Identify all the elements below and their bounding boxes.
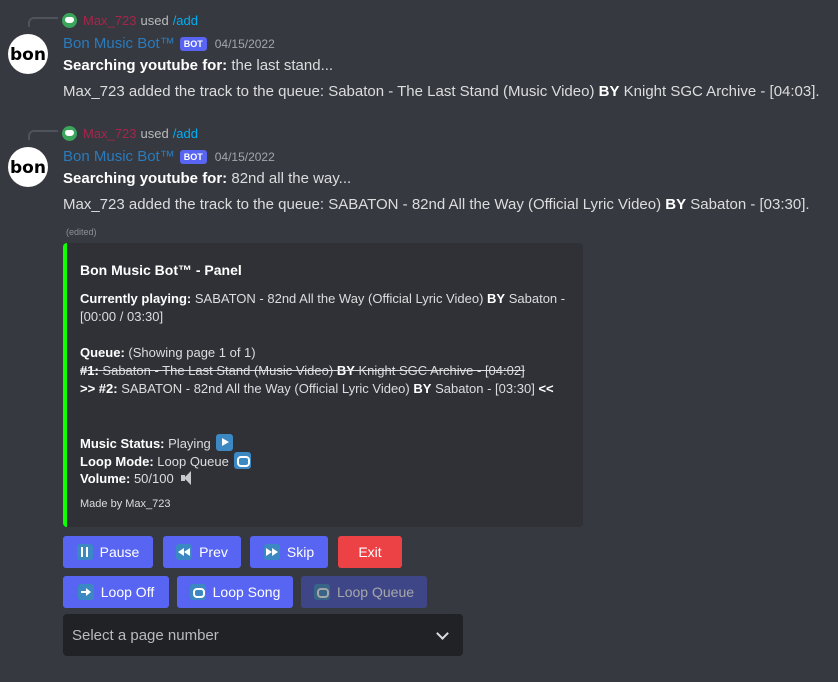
pause-label: Pause [99,544,140,560]
author-name[interactable]: Bon Music Bot™ [63,148,175,165]
bot-badge: BOT [179,36,207,51]
message-header: Bon Music Bot™ BOT 04/15/2022 [63,148,275,165]
queue-label: Queue: [80,345,125,360]
page-select[interactable]: Select a page number [63,614,463,656]
volume-value: 50/100 [133,471,174,486]
svg-text:bon: bon [10,158,46,178]
queue-item-track: Sabaton - The Last Stand (Music Video) [102,363,334,378]
queue-item-number: #1: [80,363,99,378]
added-line: Max_723 added the track to the queue: Sa… [63,83,820,100]
reply-command[interactable]: /add [173,126,198,141]
by-label: BY [665,196,687,213]
pause-icon [76,544,93,560]
playing-label: Currently playing: [80,291,192,306]
search-query: 82nd all the way... [231,170,352,187]
svg-text:bon: bon [10,45,46,65]
queue-header: Queue: (Showing page 1 of 1) [80,345,256,360]
playing-time: [00:00 / 03:30] [80,309,164,324]
volume-label: Volume: [80,471,131,486]
search-label: Searching youtube for: [63,57,228,74]
exit-button[interactable]: Exit [338,536,402,568]
loop-mode-line: Loop Mode: Loop Queue [80,452,252,469]
right-arrow-icon [77,584,94,600]
panel-embed: Bon Music Bot™ - Panel Currently playing… [63,243,583,527]
prev-label: Prev [199,544,228,560]
added-artist: Sabaton - [03:30]. [690,196,810,213]
speaker-icon [180,470,196,486]
reply-connector [28,130,58,140]
added-track: Max_723 added the track to the queue: SA… [63,196,662,213]
added-line: Max_723 added the track to the queue: SA… [63,196,810,213]
loop-song-label: Loop Song [212,584,281,600]
playing-track: SABATON - 82nd All the Way (Official Lyr… [194,291,484,306]
search-query: the last stand... [231,57,334,74]
repeat-one-icon [189,584,206,600]
loop-queue-label: Loop Queue [336,584,415,600]
queue-item-rest: Sabaton - [03:30] [435,381,535,396]
bot-avatar[interactable]: bon [8,34,48,74]
search-line: Searching youtube for: 82nd all the way.… [63,170,351,187]
repeat-icon [313,584,330,600]
bot-badge: BOT [179,149,207,164]
pause-button[interactable]: Pause [63,536,153,568]
status-value: Playing [168,436,211,451]
reply-username[interactable]: Max_723 [83,126,136,141]
now-playing-line: Currently playing: SABATON - 82nd All th… [80,291,565,306]
skip-label: Skip [286,544,315,560]
message-header: Bon Music Bot™ BOT 04/15/2022 [63,35,275,52]
reply-command[interactable]: /add [173,13,198,28]
command-reply[interactable]: Max_723 used /add [62,12,198,28]
timestamp: 04/15/2022 [214,36,275,51]
command-reply[interactable]: Max_723 used /add [62,125,198,141]
volume-line: Volume: 50/100 [80,470,196,486]
avatar-logo: bon [10,45,46,65]
added-artist: Knight SGC Archive - [04:03]. [623,83,820,100]
by-label: BY [598,83,620,100]
loop-off-label: Loop Off [100,584,155,600]
reply-username[interactable]: Max_723 [83,13,136,28]
queue-item-marker: << [538,381,554,396]
loop-song-button[interactable]: Loop Song [177,576,293,608]
reply-connector [28,17,58,27]
queue-item-1: #1: Sabaton - The Last Stand (Music Vide… [80,363,525,378]
loop-value: Loop Queue [157,454,229,469]
chevron-down-icon [436,627,449,640]
edited-label: (edited) [66,227,97,237]
search-label: Searching youtube for: [63,170,228,187]
discord-icon [62,12,77,28]
queue-item-rest: Knight SGC Archive - [04:02] [358,363,525,378]
queue-page: (Showing page 1 of 1) [128,345,256,360]
queue-item-track: SABATON - 82nd All the Way (Official Lyr… [121,381,410,396]
reply-used-text: used [140,125,169,141]
skip-button[interactable]: Skip [250,536,328,568]
rewind-icon [176,544,193,560]
music-status-line: Music Status: Playing [80,434,234,451]
queue-item-2: >> #2: SABATON - 82nd All the Way (Offic… [80,381,554,396]
loop-off-button[interactable]: Loop Off [63,576,169,608]
queue-item-number: >> #2: [80,381,118,396]
playing-artist: Sabaton - [508,291,566,306]
status-label: Music Status: [80,436,165,451]
author-name[interactable]: Bon Music Bot™ [63,35,175,52]
prev-button[interactable]: Prev [163,536,241,568]
queue-item-by: BY [413,381,432,396]
search-line: Searching youtube for: the last stand... [63,57,333,74]
loop-queue-button[interactable]: Loop Queue [301,576,427,608]
panel-title: Bon Music Bot™ - Panel [80,262,242,278]
timestamp: 04/15/2022 [214,149,275,164]
exit-label: Exit [358,544,382,560]
queue-item-by: BY [336,363,355,378]
repeat-icon [234,452,252,469]
discord-icon [62,125,77,141]
select-placeholder: Select a page number [72,626,219,644]
bot-avatar[interactable]: bon [8,147,48,187]
fast-forward-icon [263,544,280,560]
panel-footer: Made by Max_723 [80,498,171,510]
loop-label: Loop Mode: [80,454,154,469]
avatar-logo: bon [10,158,46,178]
play-icon [216,434,234,451]
reply-used-text: used [140,12,169,28]
added-track: Max_723 added the track to the queue: Sa… [63,83,595,100]
playing-by: BY [487,291,506,306]
